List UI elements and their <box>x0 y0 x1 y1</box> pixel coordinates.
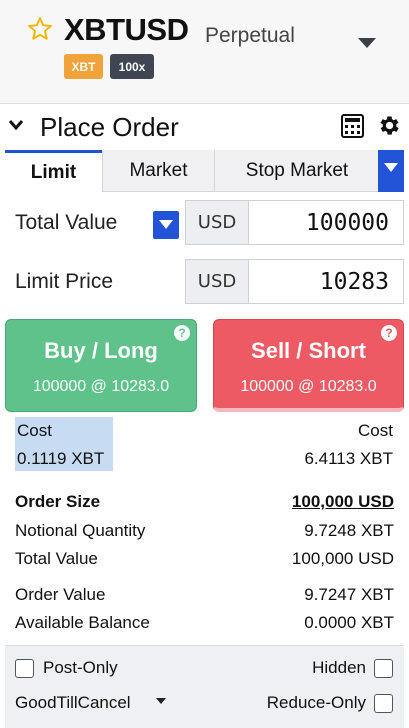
total-value-input[interactable] <box>248 200 404 245</box>
reduce-only-label: Reduce-Only <box>266 693 366 712</box>
order-type-tabs: Limit Market Stop Market <box>5 150 404 192</box>
place-order-title: Place Order <box>40 112 179 142</box>
total-value-unit: USD <box>185 200 249 245</box>
notional-quantity-value: 9.7248 XBT <box>304 521 394 540</box>
gear-icon[interactable] <box>376 113 401 138</box>
contract-type: Perpetual <box>205 24 295 47</box>
sell-button-title: Sell / Short <box>251 338 366 363</box>
sell-button-subtitle: 100000 @ 10283.0 <box>240 378 377 395</box>
total-value-summary-label: Total Value <box>15 549 98 568</box>
sell-short-button[interactable]: Sell / Short 100000 @ 10283.0 ? <box>213 319 404 412</box>
buy-cost-value: 0.1119 XBT <box>17 449 105 468</box>
instrument-dropdown-caret-icon[interactable] <box>358 38 376 48</box>
tab-limit[interactable]: Limit <box>5 150 102 192</box>
notional-quantity-label: Notional Quantity <box>15 521 146 540</box>
total-value-mode-dropdown[interactable] <box>153 211 179 239</box>
buy-cost-label: Cost <box>17 421 52 440</box>
favorite-star-icon[interactable] <box>27 16 53 42</box>
limit-price-label: Limit Price <box>15 270 114 293</box>
total-value-label: Total Value <box>15 211 118 234</box>
instrument-symbol: XBTUSD <box>64 12 189 47</box>
tab-stop-market[interactable]: Stop Market <box>214 150 379 192</box>
limit-price-input[interactable] <box>248 259 404 304</box>
order-size-label: Order Size <box>15 492 101 511</box>
post-only-checkbox[interactable] <box>15 659 34 678</box>
post-only-label: Post-Only <box>43 658 118 677</box>
chevron-down-icon[interactable] <box>8 117 24 133</box>
available-balance-label: Available Balance <box>15 613 150 632</box>
buy-button-subtitle: 100000 @ 10283.0 <box>32 378 170 395</box>
buy-long-button[interactable]: Buy / Long 100000 @ 10283.0 ? <box>5 319 197 412</box>
currency-badge: XBT <box>64 54 103 79</box>
tab-market[interactable]: Market <box>102 150 214 192</box>
sell-cost-label: Cost <box>358 421 393 440</box>
hidden-checkbox[interactable] <box>374 659 393 678</box>
help-icon[interactable]: ? <box>381 325 397 341</box>
more-order-types-dropdown[interactable] <box>378 150 404 192</box>
limit-price-unit: USD <box>185 259 249 304</box>
total-value-summary-value: 100,000 USD <box>291 549 394 568</box>
instrument-header: XBTUSD Perpetual XBT 100x <box>0 0 409 104</box>
time-in-force-caret-icon[interactable] <box>156 698 166 704</box>
order-value-value: 9.7247 XBT <box>304 585 394 604</box>
leverage-badge: 100x <box>110 54 154 79</box>
sell-cost-value: 6.4113 XBT <box>304 449 393 468</box>
order-size-value[interactable]: 100,000 USD <box>292 492 394 512</box>
time-in-force-select[interactable]: GoodTillCancel <box>15 693 131 713</box>
available-balance-value: 0.0000 XBT <box>304 613 394 632</box>
order-value-label: Order Value <box>15 585 106 604</box>
reduce-only-checkbox[interactable] <box>374 694 393 713</box>
calculator-icon[interactable] <box>341 114 364 138</box>
help-icon[interactable]: ? <box>174 325 190 341</box>
buy-button-title: Buy / Long <box>44 338 158 363</box>
hidden-label: Hidden <box>312 658 366 677</box>
